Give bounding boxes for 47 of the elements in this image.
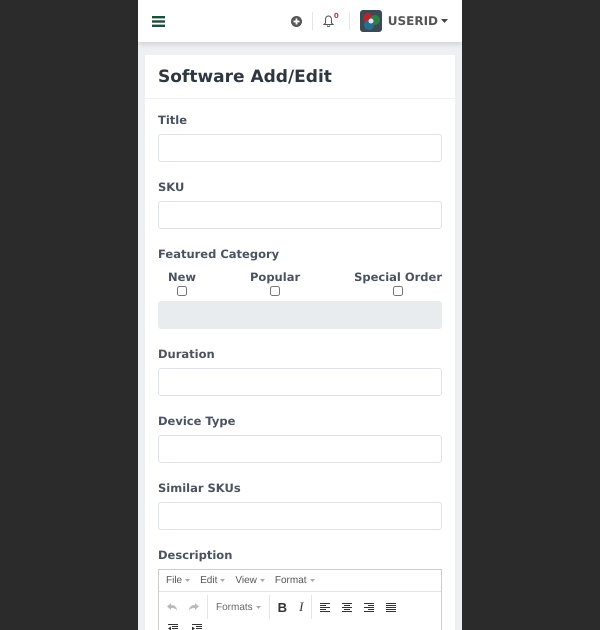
menu-item[interactable]: View [235,575,265,586]
checkbox[interactable] [270,286,280,296]
formats-dropdown[interactable]: Formats [216,602,261,612]
align-right-button[interactable] [364,602,374,612]
menu-icon[interactable] [152,16,165,26]
input-field[interactable] [158,502,442,530]
caret-icon [441,19,448,23]
avatar-icon[interactable] [360,10,382,32]
caret-icon [260,579,265,582]
option-label: New [168,270,196,284]
field-label: Device Type [158,414,236,428]
input-field[interactable] [158,435,442,463]
input-field[interactable] [158,201,442,229]
caret-icon [220,579,226,582]
menu-item[interactable]: File [166,575,190,586]
menu-item[interactable]: Format [274,575,315,586]
align-left-button[interactable] [320,602,330,612]
caret-icon [310,579,315,582]
menu-item[interactable]: Edit [200,575,226,586]
align-justify-icon [386,602,396,612]
card-title: Software Add/Edit [158,67,333,87]
undo-icon [167,603,177,611]
checkbox[interactable] [177,286,188,296]
checkbox[interactable] [393,286,404,296]
bold-button[interactable]: B [278,600,288,614]
input-field[interactable] [158,134,442,162]
field-label: Similar SKUs [158,481,242,495]
user-menu[interactable]: USERID [388,14,448,28]
redo-icon [189,603,199,611]
field-label: SKU [158,180,186,194]
field-label: Duration [158,347,216,361]
align-center-icon [342,602,352,612]
caret-icon [185,579,190,582]
option-label: Popular [250,270,300,284]
field-label: Featured Category [158,247,280,261]
italic-button[interactable]: I [299,599,304,615]
bell-icon[interactable] [322,15,334,27]
input-field[interactable] [158,368,442,396]
caret-icon [256,606,261,608]
align-center-button[interactable] [342,602,352,612]
align-right-icon [364,602,374,612]
align-justify-button[interactable] [386,602,396,612]
option-label: Special Order [354,270,442,284]
align-left-icon [320,602,330,612]
field-label: Description [158,548,234,562]
field-label: Title [158,113,188,127]
add-icon[interactable] [290,16,302,26]
